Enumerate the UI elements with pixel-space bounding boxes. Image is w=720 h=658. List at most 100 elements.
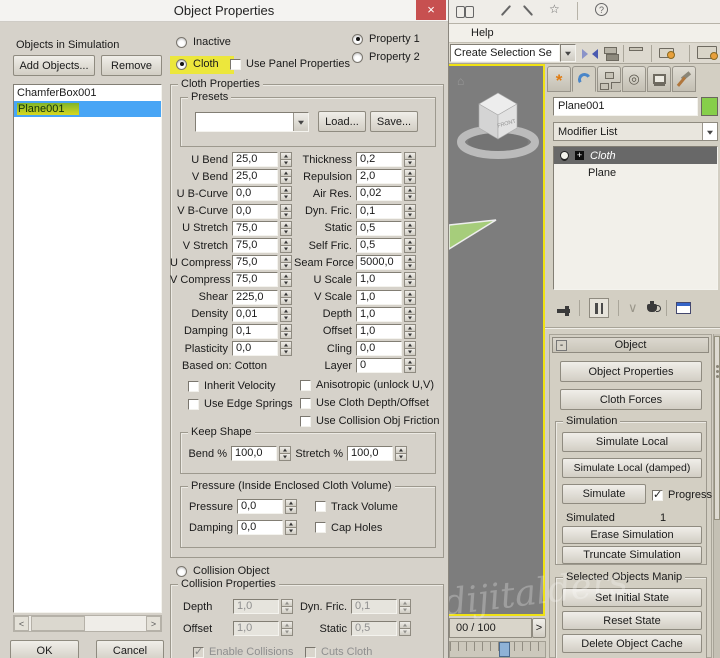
- save-button[interactable]: Save...: [370, 111, 418, 132]
- collapse-icon[interactable]: -: [556, 340, 567, 351]
- checkbox-box[interactable]: [315, 522, 326, 533]
- spinner-control[interactable]: [285, 499, 297, 514]
- spinner-up-icon[interactable]: [404, 307, 416, 315]
- spinner-control[interactable]: [404, 341, 416, 356]
- checkbox-box[interactable]: [230, 59, 241, 70]
- spinner-down-icon[interactable]: [280, 212, 292, 219]
- simulate-button[interactable]: Simulate: [562, 484, 646, 504]
- spinner-down-icon[interactable]: [404, 263, 416, 270]
- checkbox-box[interactable]: [188, 399, 199, 410]
- ok-button[interactable]: OK: [10, 640, 79, 658]
- checkbox-box[interactable]: [305, 647, 316, 658]
- spinner-up-icon[interactable]: [404, 169, 416, 177]
- checkbox-option[interactable]: Use Collision Obj Friction: [300, 412, 439, 430]
- spinner-up-icon[interactable]: [280, 221, 292, 229]
- checkbox-box[interactable]: [300, 416, 311, 427]
- spinner-up-icon[interactable]: [404, 358, 416, 366]
- bind-to-spacewarp-icon[interactable]: ☆: [549, 2, 560, 16]
- param-value-field[interactable]: 0,1: [232, 324, 278, 339]
- modifier-list-dropdown[interactable]: Modifier List: [553, 122, 718, 141]
- spinner-control[interactable]: [280, 152, 292, 167]
- enable-collisions-checkbox[interactable]: Enable Collisions: [193, 643, 293, 658]
- dialog-titlebar[interactable]: Object Properties: [0, 0, 448, 22]
- spinner-control[interactable]: [404, 255, 416, 270]
- scroll-left-icon[interactable]: <: [14, 616, 29, 631]
- remove-button[interactable]: Remove: [101, 55, 162, 76]
- spinner-up-icon[interactable]: [280, 324, 292, 332]
- track-bar[interactable]: [449, 641, 546, 658]
- spinner-up-icon[interactable]: [280, 341, 292, 349]
- param-value-field[interactable]: 1,0: [356, 324, 402, 339]
- object-name-field[interactable]: Plane001: [553, 97, 698, 116]
- spinner-up-icon[interactable]: [404, 255, 416, 263]
- spinner-up-icon[interactable]: [280, 238, 292, 246]
- spinner-control[interactable]: [399, 621, 411, 636]
- param-value-field[interactable]: 0,02: [356, 186, 402, 201]
- menu-help[interactable]: Help: [471, 27, 494, 39]
- spinner-down-icon[interactable]: [280, 280, 292, 287]
- inactive-radio[interactable]: Inactive: [176, 33, 231, 51]
- scroll-right-icon[interactable]: >: [146, 616, 161, 631]
- param-value-field[interactable]: 0,01: [232, 307, 278, 322]
- radio-circle[interactable]: [352, 34, 363, 45]
- show-end-result-icon[interactable]: [589, 298, 609, 318]
- time-slider[interactable]: 00 / 100: [449, 618, 532, 638]
- unlink-selection-icon[interactable]: [527, 4, 529, 17]
- spinner-up-icon[interactable]: [280, 186, 292, 194]
- spinner-up-icon[interactable]: [404, 324, 416, 332]
- spinner-control[interactable]: [280, 324, 292, 339]
- spinner-control[interactable]: [404, 358, 416, 373]
- spinner-control[interactable]: [404, 238, 416, 253]
- spinner-up-icon[interactable]: [404, 238, 416, 246]
- viewport[interactable]: ⌂ FRONT: [449, 64, 545, 616]
- spinner-down-icon[interactable]: [280, 160, 292, 167]
- tab-utilities[interactable]: [672, 66, 696, 92]
- spinner-up-icon[interactable]: [280, 255, 292, 263]
- graph-editors-icon[interactable]: [659, 48, 674, 58]
- cloth-radio[interactable]: Cloth: [176, 55, 219, 73]
- param-value-field[interactable]: 2,0: [356, 169, 402, 184]
- param-value-field[interactable]: 0,0: [232, 341, 278, 356]
- spinner-down-icon[interactable]: [404, 246, 416, 253]
- spinner-down-icon[interactable]: [404, 212, 416, 219]
- spinner-down-icon[interactable]: [404, 332, 416, 339]
- param-value-field[interactable]: 0: [356, 358, 402, 373]
- property1-radio[interactable]: Property 1: [352, 30, 420, 48]
- spinner-down-icon[interactable]: [404, 229, 416, 236]
- spinner-control[interactable]: [285, 520, 297, 535]
- spinner-up-icon[interactable]: [280, 272, 292, 280]
- param-value-field[interactable]: 25,0: [232, 152, 278, 167]
- selection-set-dropdown-button[interactable]: [560, 44, 576, 62]
- truncate-simulation-button[interactable]: Truncate Simulation: [562, 546, 702, 564]
- expand-icon[interactable]: +: [575, 151, 584, 160]
- radio-circle[interactable]: [176, 37, 187, 48]
- pressure-field[interactable]: 0,0: [237, 499, 283, 514]
- spinner-control[interactable]: [404, 324, 416, 339]
- align-icon[interactable]: [604, 47, 617, 59]
- spinner-control[interactable]: [404, 221, 416, 236]
- next-frame-button[interactable]: >: [532, 618, 546, 638]
- checkbox-option[interactable]: Anisotropic (unlock U,V): [300, 376, 439, 394]
- chevron-down-icon[interactable]: [702, 123, 717, 140]
- cancel-button[interactable]: Cancel: [96, 640, 164, 658]
- simulate-local-button[interactable]: Simulate Local: [562, 432, 702, 452]
- tab-display[interactable]: [647, 66, 671, 92]
- property2-radio[interactable]: Property 2: [352, 48, 420, 66]
- spinner-control[interactable]: [280, 204, 292, 219]
- bulb-icon[interactable]: [560, 151, 569, 160]
- spinner-control[interactable]: [399, 599, 411, 614]
- spinner-control[interactable]: [281, 621, 293, 636]
- spinner-down-icon[interactable]: [404, 349, 416, 356]
- configure-modifier-sets-icon[interactable]: [676, 302, 691, 314]
- param-value-field[interactable]: 0,2: [356, 152, 402, 167]
- spinner-control[interactable]: [280, 238, 292, 253]
- spinner-down-icon[interactable]: [280, 263, 292, 270]
- presets-dropdown[interactable]: [195, 112, 309, 132]
- spinner-down-icon[interactable]: [404, 298, 416, 305]
- chevron-down-icon[interactable]: [293, 113, 308, 131]
- object-color-swatch[interactable]: [701, 97, 718, 116]
- select-and-link-icon[interactable]: [505, 4, 507, 17]
- checkbox-box[interactable]: [300, 398, 311, 409]
- delete-object-cache-button[interactable]: Delete Object Cache: [562, 634, 702, 653]
- spinner-control[interactable]: [395, 446, 407, 461]
